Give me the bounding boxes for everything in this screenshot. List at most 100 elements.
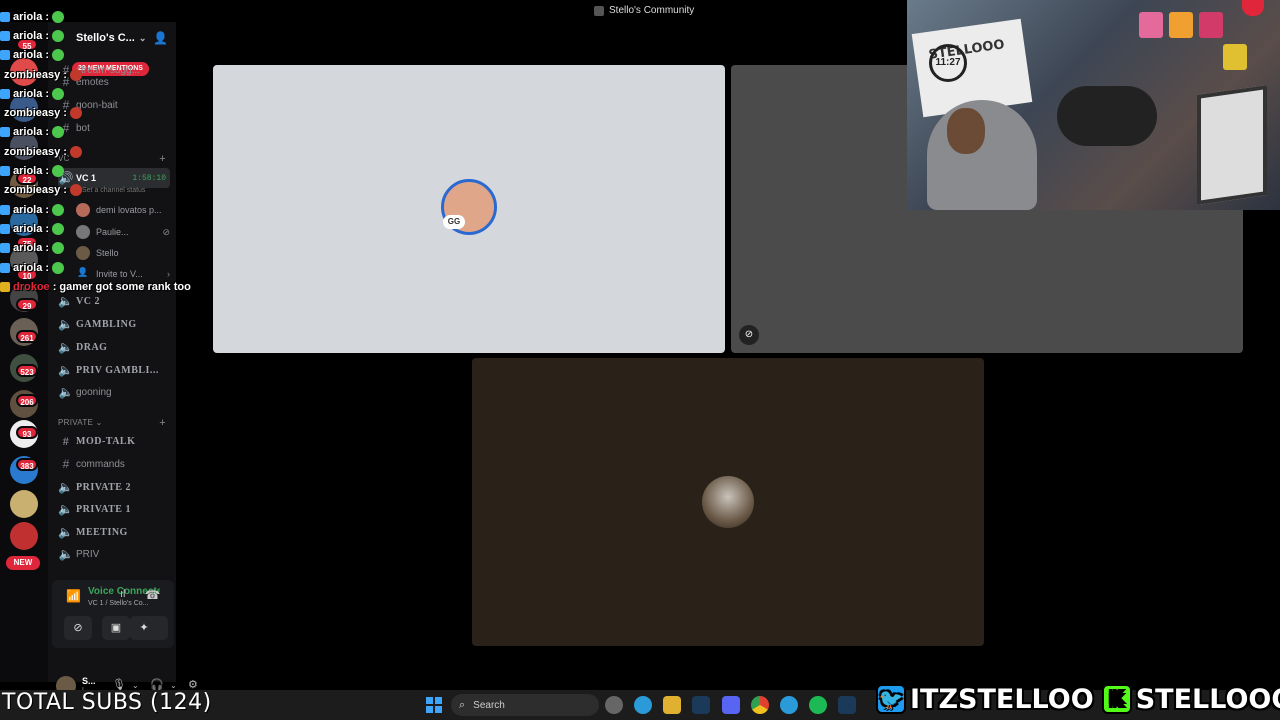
voice-channel[interactable]: 🔈 MEETING xyxy=(58,522,170,542)
streamer-webcam: STELLOOO 11:27 xyxy=(907,0,1280,210)
emote-icon xyxy=(52,49,65,61)
emote-icon xyxy=(69,69,82,81)
windows-start-icon[interactable] xyxy=(426,697,442,713)
disconnect-icon[interactable]: ☎ xyxy=(145,588,160,602)
sub-badge-icon xyxy=(0,205,10,215)
steam-icon[interactable] xyxy=(692,696,710,714)
voice-channel[interactable]: 🔈 PRIV xyxy=(58,544,170,564)
hash-icon: # xyxy=(62,457,70,471)
edge-icon[interactable] xyxy=(634,696,652,714)
emote-icon xyxy=(52,223,65,235)
twitter-icon: 🐦 xyxy=(876,684,906,714)
sub-badge-icon xyxy=(0,50,10,60)
screen-share-button[interactable]: ▣ xyxy=(102,616,130,640)
camera-off-button[interactable]: ⊘ xyxy=(64,616,92,640)
chevron-down-icon[interactable]: ⌄ xyxy=(132,681,139,690)
channel-status[interactable]: Set a channel status xyxy=(82,187,145,194)
unread-badge: 93 xyxy=(16,426,38,439)
file-explorer-icon[interactable] xyxy=(663,696,681,714)
video-tile[interactable] xyxy=(472,358,984,646)
server-rail: 55 22 75 10 29 261 523 206 93 383 NEW xyxy=(0,22,48,682)
sub-badge-icon xyxy=(0,263,10,273)
emote-icon xyxy=(52,242,65,254)
speaker-icon: 🔈 xyxy=(58,293,74,308)
voice-channel[interactable]: 🔈 PRIV GAMBLI... xyxy=(58,360,170,380)
chat-message: ariola : xyxy=(0,9,65,25)
sub-badge-icon xyxy=(0,108,1,118)
username[interactable]: S... xyxy=(82,676,96,686)
chrome-icon[interactable] xyxy=(605,696,623,714)
taskbar-search[interactable]: ⌕ Search xyxy=(451,694,599,716)
emote-icon xyxy=(52,30,65,42)
telegram-icon[interactable] xyxy=(780,696,798,714)
steam-icon[interactable] xyxy=(838,696,856,714)
soundboard-button[interactable]: ✦ xyxy=(130,616,158,640)
chrome-icon[interactable] xyxy=(751,696,769,714)
new-badge: NEW xyxy=(6,556,40,570)
channel-mod-talk[interactable]: # MOD-TALK xyxy=(58,431,170,451)
vc-timer: 1:58:10 xyxy=(132,173,166,183)
plus-icon[interactable]: + xyxy=(159,417,166,429)
chat-message: ariola : xyxy=(0,124,65,140)
voice-channel[interactable]: 🔈 gooning xyxy=(58,382,170,402)
spotify-icon[interactable] xyxy=(809,696,827,714)
chat-message: drokoe : gamer got some rank too xyxy=(0,279,191,295)
twitter-handle: ITZSTELLOO xyxy=(910,683,1094,715)
avatar xyxy=(76,203,90,217)
noise-suppression-icon[interactable]: ıl xyxy=(120,588,126,600)
logo-icon xyxy=(1242,0,1264,16)
signal-icon[interactable]: 📶 xyxy=(66,589,81,603)
speaker-icon: 🔈 xyxy=(58,316,74,331)
chat-message: ariola : xyxy=(0,221,65,237)
vc-member[interactable]: Paulie... ⊘ xyxy=(76,222,170,242)
chat-message: zombieasy : xyxy=(0,182,82,198)
channel-commands[interactable]: # commands xyxy=(58,454,170,474)
category-private[interactable]: PRIVATE ⌄ + xyxy=(58,417,170,429)
chat-message: ariola : xyxy=(0,240,65,256)
chat-message: zombieasy : xyxy=(0,105,82,121)
window-title: Stello's Community xyxy=(594,5,694,16)
search-icon: ⌕ xyxy=(459,698,466,711)
crown-badge-icon xyxy=(0,282,10,292)
unread-badge: 29 xyxy=(16,298,38,311)
chevron-right-icon: › xyxy=(167,269,170,279)
sub-badge-icon xyxy=(0,70,1,80)
emote-icon xyxy=(52,11,65,23)
server-icon-13[interactable] xyxy=(10,522,38,550)
sub-badge-icon xyxy=(0,31,10,41)
chat-message: ariola : xyxy=(0,86,65,102)
server-icon-12[interactable] xyxy=(10,490,38,518)
chat-message: ariola : xyxy=(0,28,65,44)
avatar xyxy=(76,225,90,239)
channel-bot[interactable]: # bot xyxy=(58,118,170,138)
plus-icon[interactable]: + xyxy=(159,153,166,165)
sub-badge-icon xyxy=(0,147,1,157)
chevron-down-icon[interactable]: ⌄ xyxy=(170,681,177,690)
speaker-icon: 🔈 xyxy=(58,501,74,516)
sub-badge-icon xyxy=(0,12,10,22)
emote-icon xyxy=(52,165,65,177)
sub-badge-icon xyxy=(0,185,1,195)
streamer-head xyxy=(947,108,985,154)
vc-member[interactable]: demi lovatos p... xyxy=(76,200,170,220)
voice-channel[interactable]: 🔈 GAMBLING xyxy=(58,314,170,334)
server-name: Stello's C... xyxy=(76,32,135,44)
voice-channel[interactable]: 🔈 PRIVATE 1 xyxy=(58,499,170,519)
chat-message: ariola : xyxy=(0,202,65,218)
voice-status-subtitle[interactable]: VC 1 / Stello's Co... xyxy=(88,600,148,607)
discord-icon[interactable] xyxy=(722,696,740,714)
app-root: 55 22 75 10 29 261 523 206 93 383 NEW St… xyxy=(0,0,1280,720)
emote-icon xyxy=(52,204,65,216)
sub-badge-icon xyxy=(0,224,10,234)
voice-channel[interactable]: 🔈 DRAG xyxy=(58,337,170,357)
pillow xyxy=(1057,86,1157,146)
camera-off-icon: ⊘ xyxy=(739,325,759,345)
speaker-icon: 🔈 xyxy=(58,524,74,539)
kick-handle: STELLOOO xyxy=(1135,683,1280,715)
chat-message: zombieasy : xyxy=(0,67,82,83)
wall-poster xyxy=(1169,12,1193,38)
video-tile[interactable]: GG xyxy=(213,65,725,353)
vc-member[interactable]: Stello xyxy=(76,243,170,263)
add-member-icon[interactable]: 👤 xyxy=(153,31,168,45)
voice-channel[interactable]: 🔈 PRIVATE 2 xyxy=(58,477,170,497)
